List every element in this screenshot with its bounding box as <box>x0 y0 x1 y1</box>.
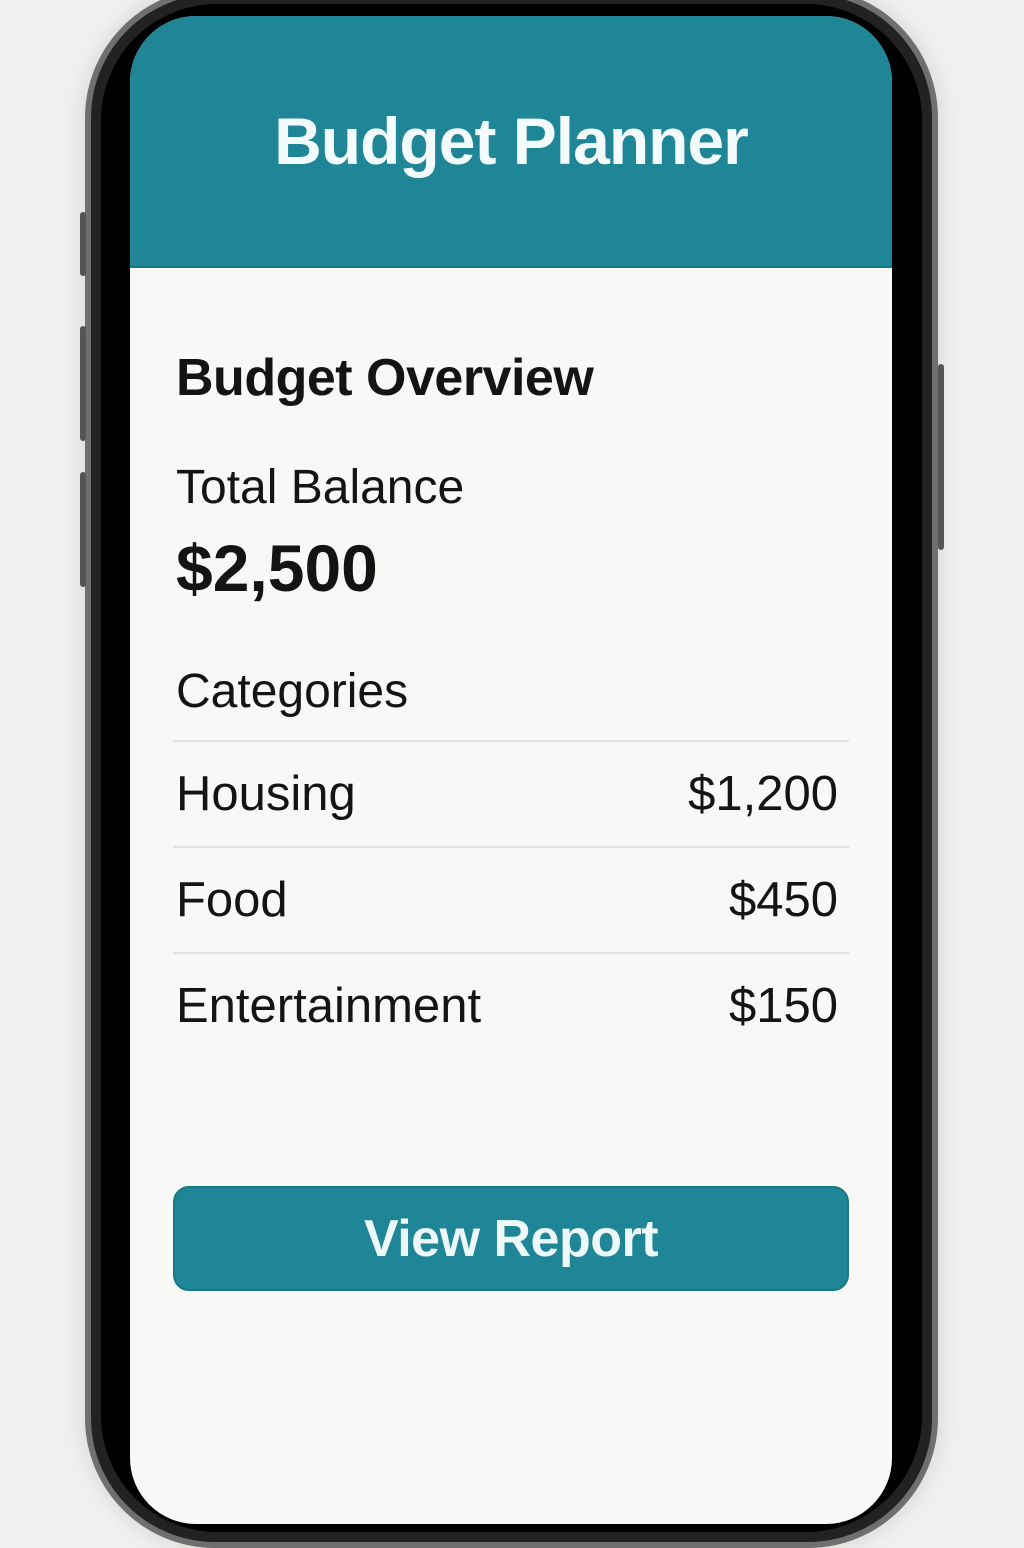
volume-down-button <box>80 472 86 587</box>
categories-heading: Categories <box>176 665 409 718</box>
volume-up-button <box>80 326 86 441</box>
category-amount: $1,200 <box>688 767 838 821</box>
side-button <box>80 212 86 276</box>
app-title: Budget Planner <box>274 104 749 178</box>
balance-value: $2,500 <box>176 531 378 605</box>
category-row-housing[interactable]: Housing $1,200 <box>173 740 849 846</box>
overview-heading: Budget Overview <box>176 349 594 407</box>
category-amount: $450 <box>728 873 838 927</box>
category-amount: $150 <box>728 979 838 1033</box>
view-report-button[interactable]: View Report <box>173 1186 849 1291</box>
category-name: Food <box>176 873 288 927</box>
category-name: Entertainment <box>176 979 482 1033</box>
categories-list: Housing $1,200 Food $450 Entertainment $… <box>173 740 849 1058</box>
category-name: Housing <box>176 767 356 821</box>
balance-label: Total Balance <box>176 461 465 514</box>
category-row-food[interactable]: Food $450 <box>173 846 849 952</box>
category-row-entertainment[interactable]: Entertainment $150 <box>173 952 849 1058</box>
power-button <box>938 364 944 550</box>
app-header: Budget Planner <box>130 16 892 268</box>
app-screen: Budget Planner Budget Overview Total Bal… <box>130 16 892 1524</box>
